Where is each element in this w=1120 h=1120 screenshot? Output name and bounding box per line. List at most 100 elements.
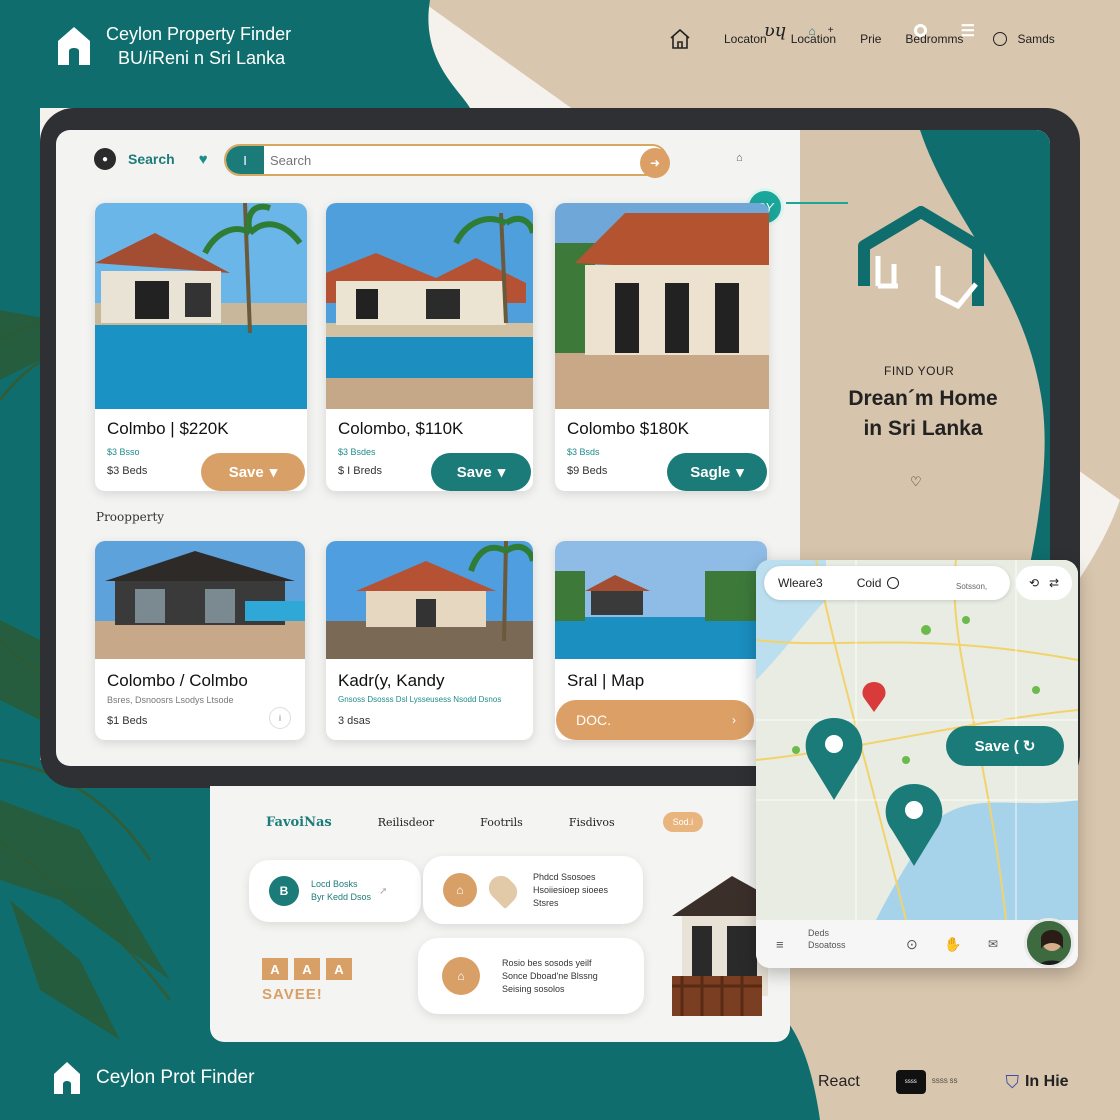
- info-card-line: Locd Bosks: [311, 879, 358, 889]
- saved-icon[interactable]: A: [326, 958, 352, 980]
- save-button[interactable]: Save ▾: [431, 453, 531, 491]
- tab-recent[interactable]: Reilisdeor: [378, 816, 434, 829]
- property-beds: 3 dsas: [338, 715, 371, 727]
- property-baths: $3 Bsds: [567, 447, 600, 457]
- layers-icon[interactable]: ⟲: [1029, 576, 1039, 590]
- footer-brand[interactable]: Ceylon Prot Finder: [52, 1060, 254, 1096]
- chevron-down-icon: ▾: [736, 464, 744, 481]
- property-card[interactable]: Colmbo | $220K $3 Bsso $3 Beds Save ▾: [95, 203, 307, 491]
- property-card[interactable]: Colombo, $110K $3 Bsdes $ I Breds Save ▾: [326, 203, 533, 491]
- property-photo: [326, 541, 533, 659]
- hero-headline-line2: in Sri Lanka: [863, 417, 983, 440]
- info-card[interactable]: ⌂ Rosio bes sosods yeilf Sonce Dboad'ne …: [418, 938, 644, 1014]
- property-title: Colmbo | $220K: [107, 419, 229, 438]
- property-title: Kadr(y, Kandy: [338, 671, 445, 690]
- footer-tech: React ssss SSSS SS ⛉ In Hie: [818, 1070, 1069, 1094]
- avatar[interactable]: [1024, 918, 1074, 968]
- hand-icon[interactable]: ✋: [944, 936, 961, 953]
- map-location-label: Wleare3: [778, 576, 823, 590]
- saved-icon[interactable]: A: [262, 958, 288, 980]
- property-card[interactable]: Colombo $180K $3 Bsds $9 Beds Sagle ▾: [555, 203, 769, 491]
- chevron-down-icon: ▾: [497, 464, 506, 481]
- home-icon: ⌂: [442, 957, 480, 995]
- property-photo: [555, 203, 769, 409]
- info-card-line: Rosio bes sosods yeilf: [502, 957, 592, 968]
- tab-tag-badge[interactable]: Sod.i: [662, 812, 704, 832]
- property-beds: $ I Breds: [338, 465, 383, 477]
- property-beds: $9 Beds: [567, 465, 608, 477]
- info-card-badge: B: [269, 876, 299, 906]
- property-photo: [326, 203, 533, 409]
- map-doc-button[interactable]: DOC. ›: [556, 700, 754, 740]
- list-icon[interactable]: ≡: [776, 937, 784, 952]
- settings-icon[interactable]: [913, 24, 927, 37]
- map-pin-icon: [483, 870, 523, 910]
- property-photo: [555, 541, 767, 659]
- heart-icon[interactable]: ♥: [199, 151, 208, 168]
- menu-icon[interactable]: ☰: [961, 21, 975, 41]
- black-logo-icon: ssss: [895, 1070, 926, 1094]
- info-icon[interactable]: i: [269, 707, 291, 729]
- property-title: Colombo $180K: [567, 419, 689, 438]
- saved-label: SAVEE!: [262, 986, 323, 1003]
- small-home-icon[interactable]: ⌂: [809, 24, 816, 38]
- house-logo-icon: [58, 27, 90, 65]
- home-icon[interactable]: [668, 28, 692, 50]
- tab-filters[interactable]: Fisdivos: [569, 816, 615, 829]
- info-card[interactable]: ⌂ Phdcd Ssosoes Hsoiiesioep sioees Stsre…: [423, 856, 643, 924]
- info-card-line: Hsoiiesioep sioees: [533, 884, 609, 895]
- info-card-line: Phdcd Ssosoes: [533, 871, 596, 882]
- react-label: React: [818, 1073, 860, 1090]
- map-search-icon[interactable]: [887, 577, 900, 589]
- search-input[interactable]: [264, 152, 644, 168]
- property-card[interactable]: Colombo / Colmbo Bsres, Dsnoosrs Lsodys …: [95, 541, 305, 740]
- property-baths: $3 Bsdes: [338, 447, 376, 457]
- locate-icon[interactable]: ⇄: [1049, 576, 1059, 590]
- bell-icon[interactable]: ⌂: [736, 152, 743, 164]
- search-field[interactable]: I: [224, 144, 668, 176]
- hero-kicker: FIND YOUR: [884, 364, 955, 378]
- property-baths: $3 Bsso: [107, 447, 140, 457]
- map-save-label: Save (: [974, 737, 1019, 755]
- save-button[interactable]: Sagle ▾: [667, 453, 767, 491]
- property-card[interactable]: Kadr(y, Kandy Gnsoss Dsosss Dsl Lysseuse…: [326, 541, 533, 740]
- search-submit-button[interactable]: ➜: [640, 148, 670, 178]
- info-card-text: Locd Bosks Byr Kedd Dsos: [311, 878, 371, 904]
- nav-item-location-1[interactable]: Locaton: [724, 32, 767, 46]
- chat-icon[interactable]: ✉: [988, 937, 998, 951]
- info-card-line: Seising sosolos: [502, 983, 565, 994]
- search-circle-icon[interactable]: [993, 32, 1008, 46]
- signature-icon: ʋɥ: [764, 20, 787, 41]
- compass-icon[interactable]: ⊙: [906, 936, 918, 953]
- tab-favorites[interactable]: FavoiNas: [266, 815, 332, 830]
- property-beds: $1 Beds: [107, 715, 148, 727]
- screen-toolbar: ʋɥ ⌂ + ☰: [764, 20, 975, 41]
- tab-footprints[interactable]: Footrils: [480, 816, 523, 829]
- refresh-icon: ↻: [1022, 738, 1036, 755]
- nav-search-label[interactable]: Samds: [1017, 32, 1054, 46]
- search-icon[interactable]: ●: [94, 148, 116, 170]
- save-label: Save: [228, 463, 264, 481]
- property-photo: [95, 203, 307, 409]
- save-button[interactable]: Save ▾: [201, 453, 305, 491]
- brand-text: Ceylon Property Finder BU/iReni n Sri La…: [106, 22, 291, 70]
- search-row: ● Search ♥ I: [94, 144, 668, 176]
- house-illustration: [672, 876, 768, 1016]
- saved-icon[interactable]: A: [294, 958, 320, 980]
- search-label: Search: [128, 151, 175, 167]
- property-photo: [95, 541, 305, 659]
- map-save-button[interactable]: Save ( ↻: [946, 726, 1064, 766]
- property-title: Colombo / Colmbo: [107, 671, 248, 690]
- footer-house-logo-icon: [54, 1062, 80, 1094]
- brand[interactable]: Ceylon Property Finder BU/iReni n Sri La…: [56, 22, 291, 70]
- map-area-label: Sotsson,: [956, 582, 988, 591]
- plus-icon[interactable]: +: [828, 25, 834, 36]
- share-icon[interactable]: ➚: [379, 886, 387, 897]
- saved-icons: A A A: [262, 958, 352, 980]
- map-panel[interactable]: Wleare3 Coid ⟲ ⇄ Sotsson, Save ( ↻ ≡ Ded…: [756, 560, 1078, 968]
- location-pin-icon[interactable]: ♡: [910, 474, 922, 490]
- info-card[interactable]: B Locd Bosks Byr Kedd Dsos ➚: [249, 860, 421, 922]
- search-pill: I: [226, 146, 264, 174]
- property-title: Colombo, $110K: [338, 419, 464, 438]
- info-card-line: Byr Kedd Dsos: [311, 892, 372, 902]
